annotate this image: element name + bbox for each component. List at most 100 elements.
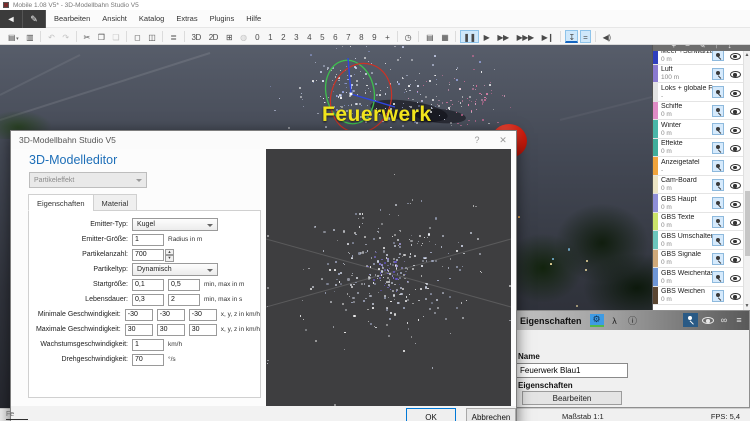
layer-row[interactable]: Anzeigetafel - [653, 157, 750, 176]
camera-7-button[interactable]: 7 [343, 30, 354, 43]
eye-icon[interactable] [729, 124, 741, 136]
edit-button[interactable]: Bearbeiten [522, 391, 622, 405]
pin-icon[interactable] [712, 141, 724, 154]
eye-icon[interactable] [729, 106, 741, 118]
layer-row[interactable]: GBS Weichentas... 0 m [653, 268, 750, 287]
event-log-button[interactable]: ▤ [423, 30, 436, 43]
pause-sim-button[interactable]: = [579, 29, 591, 43]
fastest-forward-button[interactable]: ▶▶▶ [514, 30, 537, 43]
menu-plugins[interactable]: Plugins [204, 10, 241, 28]
layer-scrollbar[interactable]: ▲ ▼ [743, 51, 750, 310]
quantity-stepper[interactable]: ▲ ▼ [165, 248, 174, 262]
pin-icon[interactable] [712, 123, 724, 135]
camera-6-button[interactable]: 6 [330, 30, 341, 43]
view-3d-button[interactable]: 3D [189, 30, 204, 43]
gear-icon[interactable]: ⚙ [589, 314, 604, 327]
layer-row[interactable]: GBS Haupt 0 m [653, 194, 750, 213]
partikeltyp-select[interactable]: Dynamisch [132, 263, 218, 276]
pin-icon[interactable] [712, 67, 724, 80]
skip-end-button[interactable]: ▶❙ [539, 30, 557, 43]
emitter-typ-select[interactable]: Kugel [132, 218, 218, 231]
eye-icon[interactable] [701, 313, 715, 327]
scroll-down-icon[interactable]: ▼ [744, 303, 750, 309]
eye-icon[interactable] [729, 161, 741, 173]
menu-extras[interactable]: Extras [170, 10, 203, 28]
grid-button[interactable]: ⊞ [223, 30, 235, 43]
startgroesse-max-input[interactable] [168, 278, 200, 291]
particle-preview[interactable] [266, 149, 511, 406]
eye-icon[interactable] [729, 235, 741, 247]
cut-button[interactable]: ✂ [81, 30, 93, 43]
emitter-groesse-input[interactable] [132, 233, 164, 246]
layer-row[interactable]: Loks + globale F... - [653, 83, 750, 102]
eye-icon[interactable] [729, 51, 741, 62]
layer-row[interactable]: GBS Umschalter 0 m [653, 231, 750, 250]
print-button[interactable]: ▥ [23, 30, 36, 43]
layer-row[interactable]: Winter 0 m [653, 120, 750, 139]
back-button[interactable]: ◄ [0, 10, 23, 28]
pin-icon[interactable] [712, 51, 724, 61]
name-input[interactable] [516, 363, 628, 378]
pin-icon[interactable] [712, 252, 724, 265]
layer-row[interactable]: Cam-Board 0 m [653, 175, 750, 194]
startgroesse-min-input[interactable] [132, 278, 164, 291]
camera-1-button[interactable]: 1 [265, 30, 276, 43]
pin-icon[interactable] [712, 234, 724, 246]
record-button[interactable]: ↧ [565, 29, 578, 43]
layer-row[interactable]: Schiffe 0 m [653, 101, 750, 120]
pin-icon[interactable] [712, 160, 724, 172]
eye-icon[interactable] [729, 272, 741, 284]
camera-4-button[interactable]: 4 [304, 30, 315, 43]
lebensdauer-max-input[interactable] [168, 293, 200, 306]
pin-icon[interactable] [712, 289, 724, 302]
pin-icon[interactable] [712, 215, 724, 228]
person-icon[interactable]: λ [608, 314, 622, 327]
camera-5-button[interactable]: 5 [317, 30, 328, 43]
redo-button[interactable]: ↷ [59, 30, 71, 43]
lebensdauer-min-input[interactable] [132, 293, 164, 306]
eye-icon[interactable] [729, 180, 741, 192]
fast-forward-button[interactable]: ▶▶ [494, 30, 511, 43]
select-area-button[interactable]: ◫ [145, 30, 158, 43]
save-button[interactable]: ▤▾ [5, 30, 21, 43]
camera-add-button[interactable]: + [382, 30, 393, 43]
paste-button[interactable]: ❏ [109, 30, 122, 43]
tab-material[interactable]: Material [92, 194, 138, 211]
menu-hilfe[interactable]: Hilfe [240, 10, 267, 28]
pin-icon[interactable] [683, 313, 698, 327]
wachstum-input[interactable] [132, 338, 164, 351]
eye-icon[interactable] [729, 87, 741, 99]
sound-button[interactable]: ◀) [600, 30, 614, 43]
lamp-button[interactable]: ◍ [237, 30, 249, 43]
scroll-up-icon[interactable]: ▲ [744, 52, 750, 58]
menu-ansicht[interactable]: Ansicht [96, 10, 133, 28]
select-move-button[interactable]: ◻ [131, 30, 143, 43]
dialog-close-button[interactable]: ✕ [490, 131, 516, 149]
copy-button[interactable]: ❐ [95, 30, 108, 43]
menu-katalog[interactable]: Katalog [133, 10, 170, 28]
scroll-thumb[interactable] [745, 191, 750, 256]
max-geschw-x-input[interactable] [124, 323, 153, 336]
link-icon[interactable]: ∞ [718, 315, 730, 325]
eye-icon[interactable] [729, 198, 741, 210]
view-2d-button[interactable]: 2D [206, 30, 221, 43]
pin-icon[interactable] [712, 178, 724, 191]
draw-tool-button[interactable]: ✎ [23, 10, 46, 28]
pause-button[interactable]: ❚❚ [460, 29, 479, 43]
ok-button[interactable]: OK [406, 408, 456, 421]
eye-icon[interactable] [729, 291, 741, 303]
undo-button[interactable]: ↶ [45, 30, 57, 43]
max-geschw-z-input[interactable] [188, 323, 217, 336]
max-geschw-y-input[interactable] [156, 323, 185, 336]
camera-9-button[interactable]: 9 [369, 30, 380, 43]
min-geschw-x-input[interactable] [124, 308, 153, 321]
min-geschw-z-input[interactable] [188, 308, 217, 321]
camera-2-button[interactable]: 2 [278, 30, 289, 43]
eye-icon[interactable] [729, 143, 741, 155]
drehgeschw-input[interactable] [132, 353, 164, 366]
pin-icon[interactable] [712, 86, 724, 98]
layer-row[interactable]: Meer +Schwarzach0 m [653, 51, 750, 65]
camera-0-button[interactable]: 0 [252, 30, 263, 43]
eye-icon[interactable] [729, 217, 741, 229]
layer-row[interactable]: GBS Weichen 0 m [653, 286, 750, 305]
